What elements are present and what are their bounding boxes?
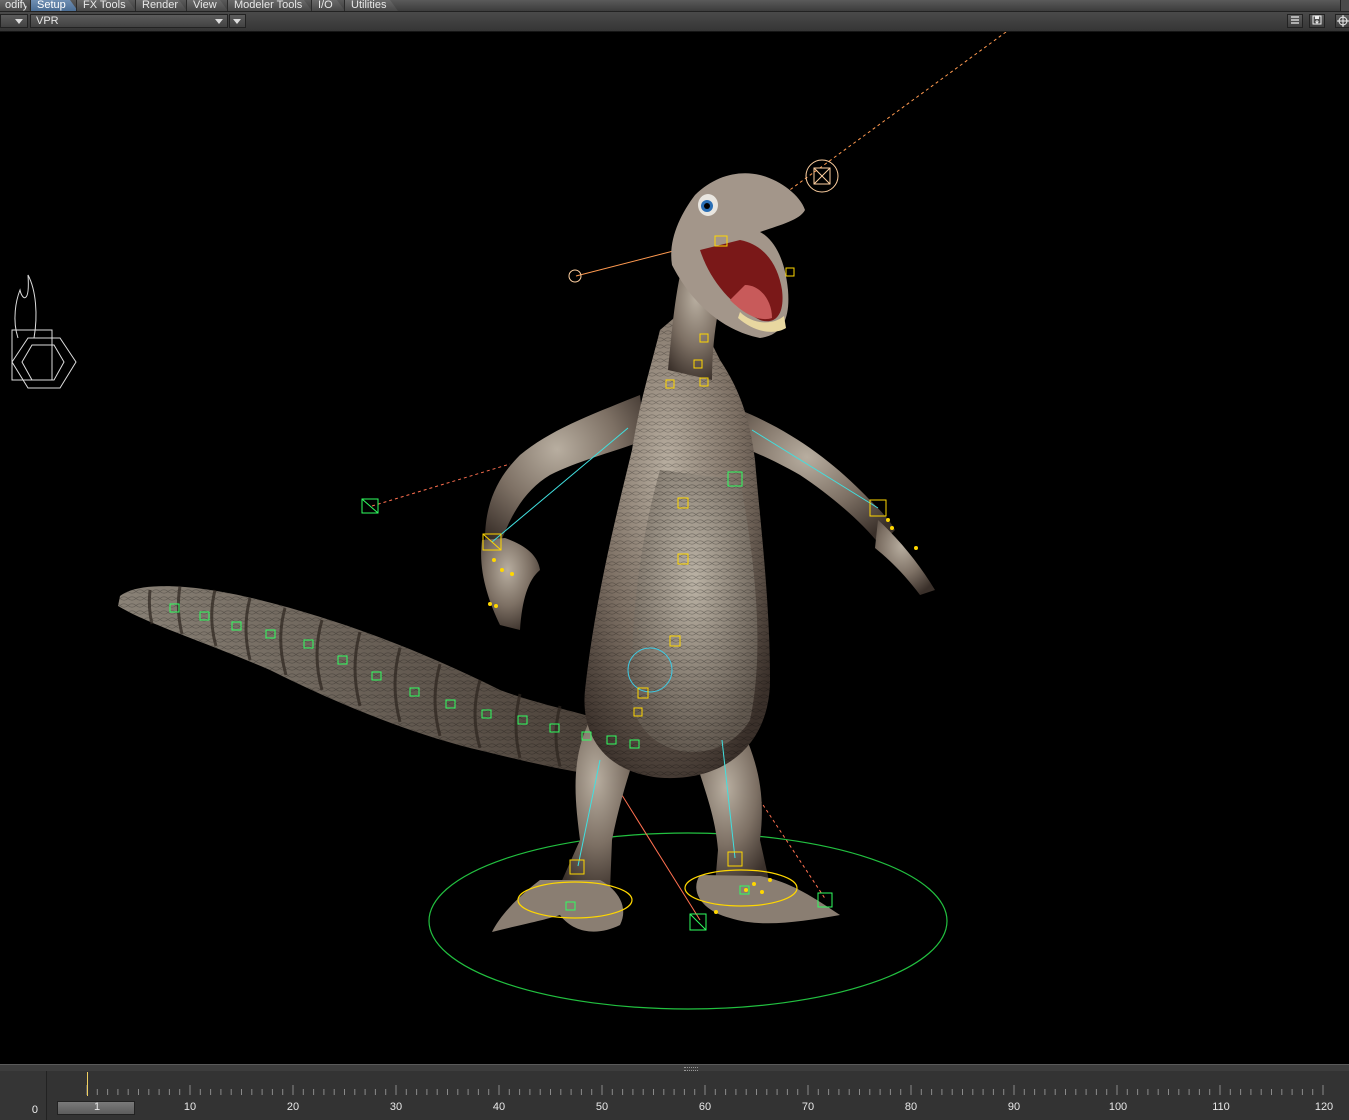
chevron-down-icon (215, 19, 223, 24)
tab-modeler-tools[interactable]: Modeler Tools (227, 0, 312, 11)
tick-label: 110 (1212, 1101, 1230, 1113)
view-mode-label: VPR (36, 15, 59, 27)
rig-controllers (169, 159, 918, 931)
tab-io[interactable]: I/O (311, 0, 345, 11)
scene-canvas (11, 32, 1007, 1010)
light-object (11, 274, 77, 389)
save-icon[interactable] (1309, 14, 1325, 28)
timeline-start-value: 0 (31, 1104, 38, 1116)
timeline-start-field[interactable]: 0 (0, 1071, 47, 1120)
chevron-down-icon (15, 19, 23, 24)
tick-label: 100 (1108, 1101, 1128, 1113)
current-frame-marker[interactable] (87, 1072, 88, 1096)
tab-render[interactable]: Render (135, 0, 187, 11)
tick-label: 30 (389, 1101, 403, 1113)
move-view-icon[interactable] (1335, 14, 1349, 28)
creature-head (668, 173, 805, 380)
tick-label: 90 (1007, 1101, 1021, 1113)
viewport-layout-dropdown[interactable] (0, 14, 28, 28)
tick-label: 20 (286, 1101, 300, 1113)
tick-label: 70 (801, 1101, 815, 1113)
tabbar-end-button[interactable] (1340, 0, 1349, 11)
3d-viewport[interactable] (0, 32, 1349, 1064)
view-mode-dropdown[interactable]: VPR (30, 14, 228, 28)
tick-label: 10 (183, 1101, 197, 1113)
tab-utilities[interactable]: Utilities (344, 0, 398, 11)
tick-label: 120 (1314, 1101, 1334, 1113)
menu-tab-bar: odify Setup FX Tools Render View Modeler… (0, 0, 1349, 12)
chevron-down-icon (233, 19, 241, 24)
tick-label: 80 (904, 1101, 918, 1113)
timeline-track[interactable]: 1 10 20 30 40 50 60 70 80 90 100 110 120 (47, 1071, 1349, 1120)
render-style-dropdown[interactable] (229, 14, 246, 28)
timeline-ticks (86, 1085, 1324, 1095)
current-frame-label: 1 (93, 1101, 101, 1113)
tick-label: 40 (492, 1101, 506, 1113)
tab-view[interactable]: View (186, 0, 228, 11)
viewport-header: VPR (0, 12, 1349, 32)
creature-tail (118, 585, 600, 775)
tick-label: 50 (595, 1101, 609, 1113)
timeline-panel: 0 1 10 20 30 40 50 60 70 80 90 100 110 1… (0, 1064, 1349, 1120)
tab-setup[interactable]: Setup (30, 0, 78, 11)
tab-fx-tools[interactable]: FX Tools (76, 0, 136, 11)
tab-modify[interactable]: odify (0, 0, 30, 11)
tick-label: 60 (698, 1101, 712, 1113)
list-icon[interactable] (1287, 14, 1303, 28)
